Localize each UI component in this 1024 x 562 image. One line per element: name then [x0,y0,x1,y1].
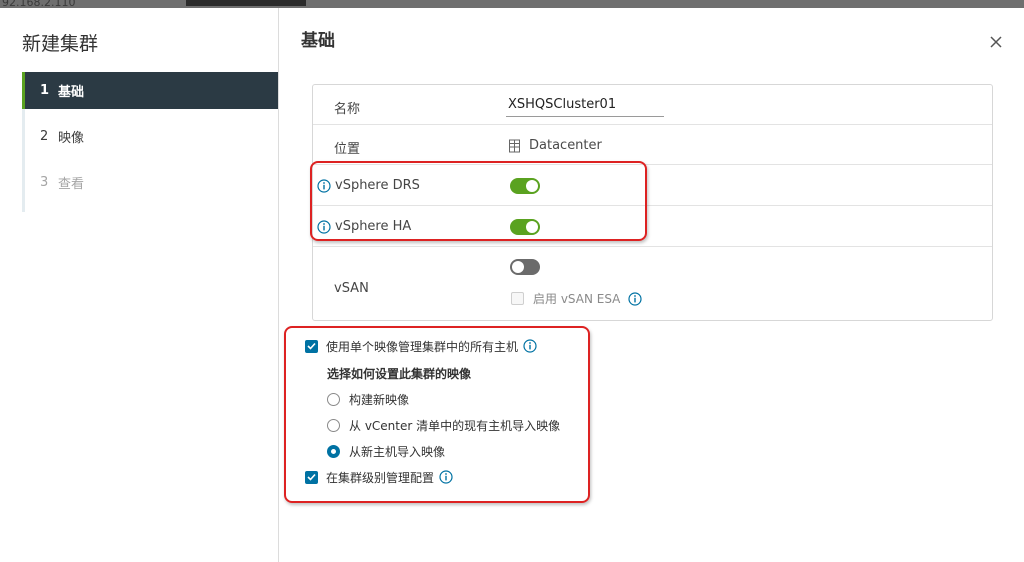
drs-label-text: vSphere DRS [335,178,420,193]
step-label: 基础 [58,85,85,100]
page-title: 基础 [301,31,335,51]
toggle-knob [526,221,538,233]
single-image-checkbox[interactable] [305,339,318,353]
image-setup-title: 选择如何设置此集群的映像 [327,367,472,381]
ha-row: vSphere HA [313,206,992,247]
checkmark-icon [307,342,316,350]
cluster-name-input[interactable] [506,93,664,117]
info-icon[interactable] [523,339,537,353]
close-icon[interactable] [986,32,1006,52]
radio-button-selected[interactable] [327,444,340,458]
step-number: 1 [40,83,50,98]
step-image[interactable]: 2 映像 [22,118,278,155]
info-icon[interactable] [628,291,642,306]
location-label: 位置 [334,142,361,157]
info-icon[interactable] [317,178,331,193]
vsan-esa-label: 启用 vSAN ESA [533,292,621,306]
radio-button[interactable] [327,392,340,406]
location-value: Datacenter [508,138,602,153]
step-basics[interactable]: 1 基础 [22,72,278,109]
name-label: 名称 [334,102,361,117]
info-icon[interactable] [317,219,331,234]
ha-label-text: vSphere HA [335,219,412,234]
checkmark-icon [307,473,316,481]
vsan-esa-option: 启用 vSAN ESA [511,290,642,307]
toggle-knob [526,180,538,192]
vsan-row: vSAN 启用 vSAN ESA [313,247,992,321]
radio-import-new-host[interactable]: 从新主机导入映像 [327,443,560,459]
ha-toggle[interactable] [510,219,540,235]
cluster-config-label: 在集群级别管理配置 [326,470,435,485]
step-number: 3 [40,175,49,190]
wizard-sidebar: 新建集群 1 基础 2 映像 3 查看 [0,8,279,562]
radio-label: 从新主机导入映像 [349,444,446,459]
info-icon[interactable] [439,470,453,484]
datacenter-icon [509,139,520,152]
background-bar [186,0,306,6]
basics-form: 名称 位置 Datacenter vSphere DRS vSphere HA [312,84,993,321]
name-row: 名称 [313,85,992,125]
radio-label: 构建新映像 [349,392,410,407]
ha-label: vSphere HA [317,219,411,234]
radio-import-vcenter[interactable]: 从 vCenter 清单中的现有主机导入映像 [327,417,560,433]
drs-label: vSphere DRS [317,178,420,193]
step-label: 查看 [58,177,85,192]
location-text: Datacenter [529,138,602,153]
wizard-title: 新建集群 [22,33,99,55]
step-number: 2 [40,129,49,144]
single-image-option[interactable]: 使用单个映像管理集群中的所有主机 [305,338,560,354]
radio-button[interactable] [327,418,340,432]
step-label: 映像 [58,131,85,146]
vsan-esa-checkbox [511,292,524,305]
cluster-config-checkbox[interactable] [305,470,318,484]
location-row: 位置 Datacenter [313,125,992,165]
step-review: 3 查看 [22,164,278,201]
wizard-steps: 1 基础 2 映像 3 查看 [22,72,278,212]
radio-label: 从 vCenter 清单中的现有主机导入映像 [349,418,561,433]
drs-toggle[interactable] [510,178,540,194]
cluster-config-option[interactable]: 在集群级别管理配置 [305,469,560,485]
vsan-toggle[interactable] [510,259,540,275]
drs-row: vSphere DRS [313,165,992,206]
single-image-label: 使用单个映像管理集群中的所有主机 [326,339,519,354]
radio-new-image[interactable]: 构建新映像 [327,391,560,407]
new-cluster-dialog: 新建集群 1 基础 2 映像 3 查看 基础 名称 位置 [0,8,1024,562]
vsan-label: vSAN [334,281,369,296]
image-options: 使用单个映像管理集群中的所有主机 选择如何设置此集群的映像 构建新映像 从 vC… [305,338,560,485]
toggle-knob [512,261,524,273]
